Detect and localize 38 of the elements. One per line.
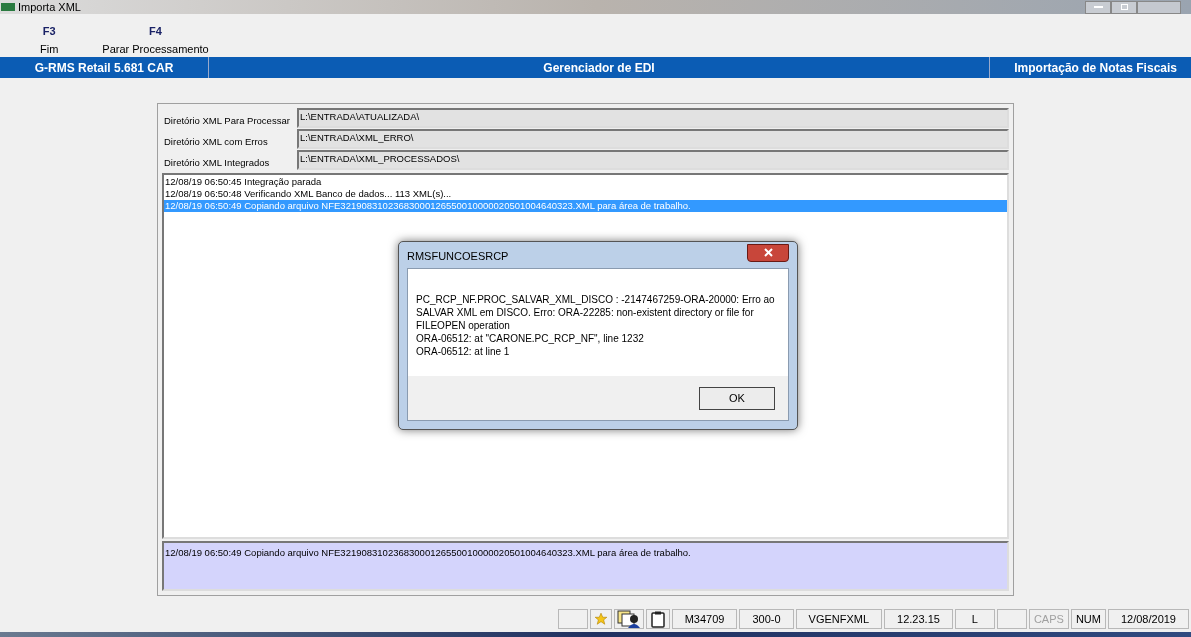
close-button[interactable] [747,243,789,262]
app-icon [1,3,15,11]
field-label: Diretório XML Para Processar [163,113,291,128]
path-field[interactable]: L:\ENTRADA\XML_PROCESSADOS\ [297,150,1009,170]
status-cell [557,609,588,629]
status-indicator: CAPS [1028,609,1069,629]
window-title: Importa XML [18,1,81,13]
status-cell: 12.23.15 [884,609,953,629]
error-message: ORA-06512: at line 1 [416,345,511,358]
star-icon[interactable] [593,612,608,626]
toolbar-button[interactable]: F3 Fim [40,22,59,58]
status-cell: L [954,609,995,629]
status-cell: 300-0 [739,609,794,629]
status-cell: 12/08/2019 [1107,609,1189,629]
toolbar-button[interactable]: F4 Parar Processamento [102,22,209,58]
dialog-title: RMSFUNCOESRCP [407,248,509,264]
clipboard-icon[interactable] [650,610,665,628]
maximize-button[interactable] [1111,0,1137,14]
status-cell [996,609,1027,629]
field-label: Diretório XML com Erros [163,134,269,149]
header-center: Gerenciador de EDI [542,59,656,77]
path-field[interactable]: L:\ENTRADA\XML_ERRO\ [297,129,1009,149]
error-message: PC_RCP_NF.PROC_SALVAR_XML_DISCO : -2147467259-ORA-20000: Erro ao SALVAR XML em DISCO. Erro: ORA-22285: non-existent directory or file for FILEOPEN operation [416,293,776,332]
path-field[interactable]: L:\ENTRADA\ATUALIZADA\ [297,108,1009,128]
log-entry[interactable]: 12/08/19 06:50:45 Integração parada [164,176,1007,188]
minimize-button[interactable] [1085,0,1111,14]
close-icon [763,248,773,257]
status-cell: M34709 [671,609,738,629]
status-indicator: NUM [1070,609,1106,629]
field-label: Diretório XML Integrados [163,155,271,170]
header-right: Importação de Notas Fiscais [989,57,1191,78]
status-cell: VGENFXML [795,609,883,629]
detail-box: 12/08/19 06:50:49 Copiando arquivo NFE32190831023683000126550010000020501004640323.XML para área de trabalho. [162,541,1009,591]
error-message: ORA-06512: at "CARONE.PC_RCP_NF", line 1232 [416,332,645,345]
log-entry[interactable]: 12/08/19 06:50:48 Verificando XML Banco de dados... 113 XML(s)... [164,188,1007,200]
header-left: G-RMS Retail 5.681 CAR [0,57,209,78]
ok-button[interactable]: OK [699,386,775,410]
user-windows-icon[interactable] [616,610,641,628]
